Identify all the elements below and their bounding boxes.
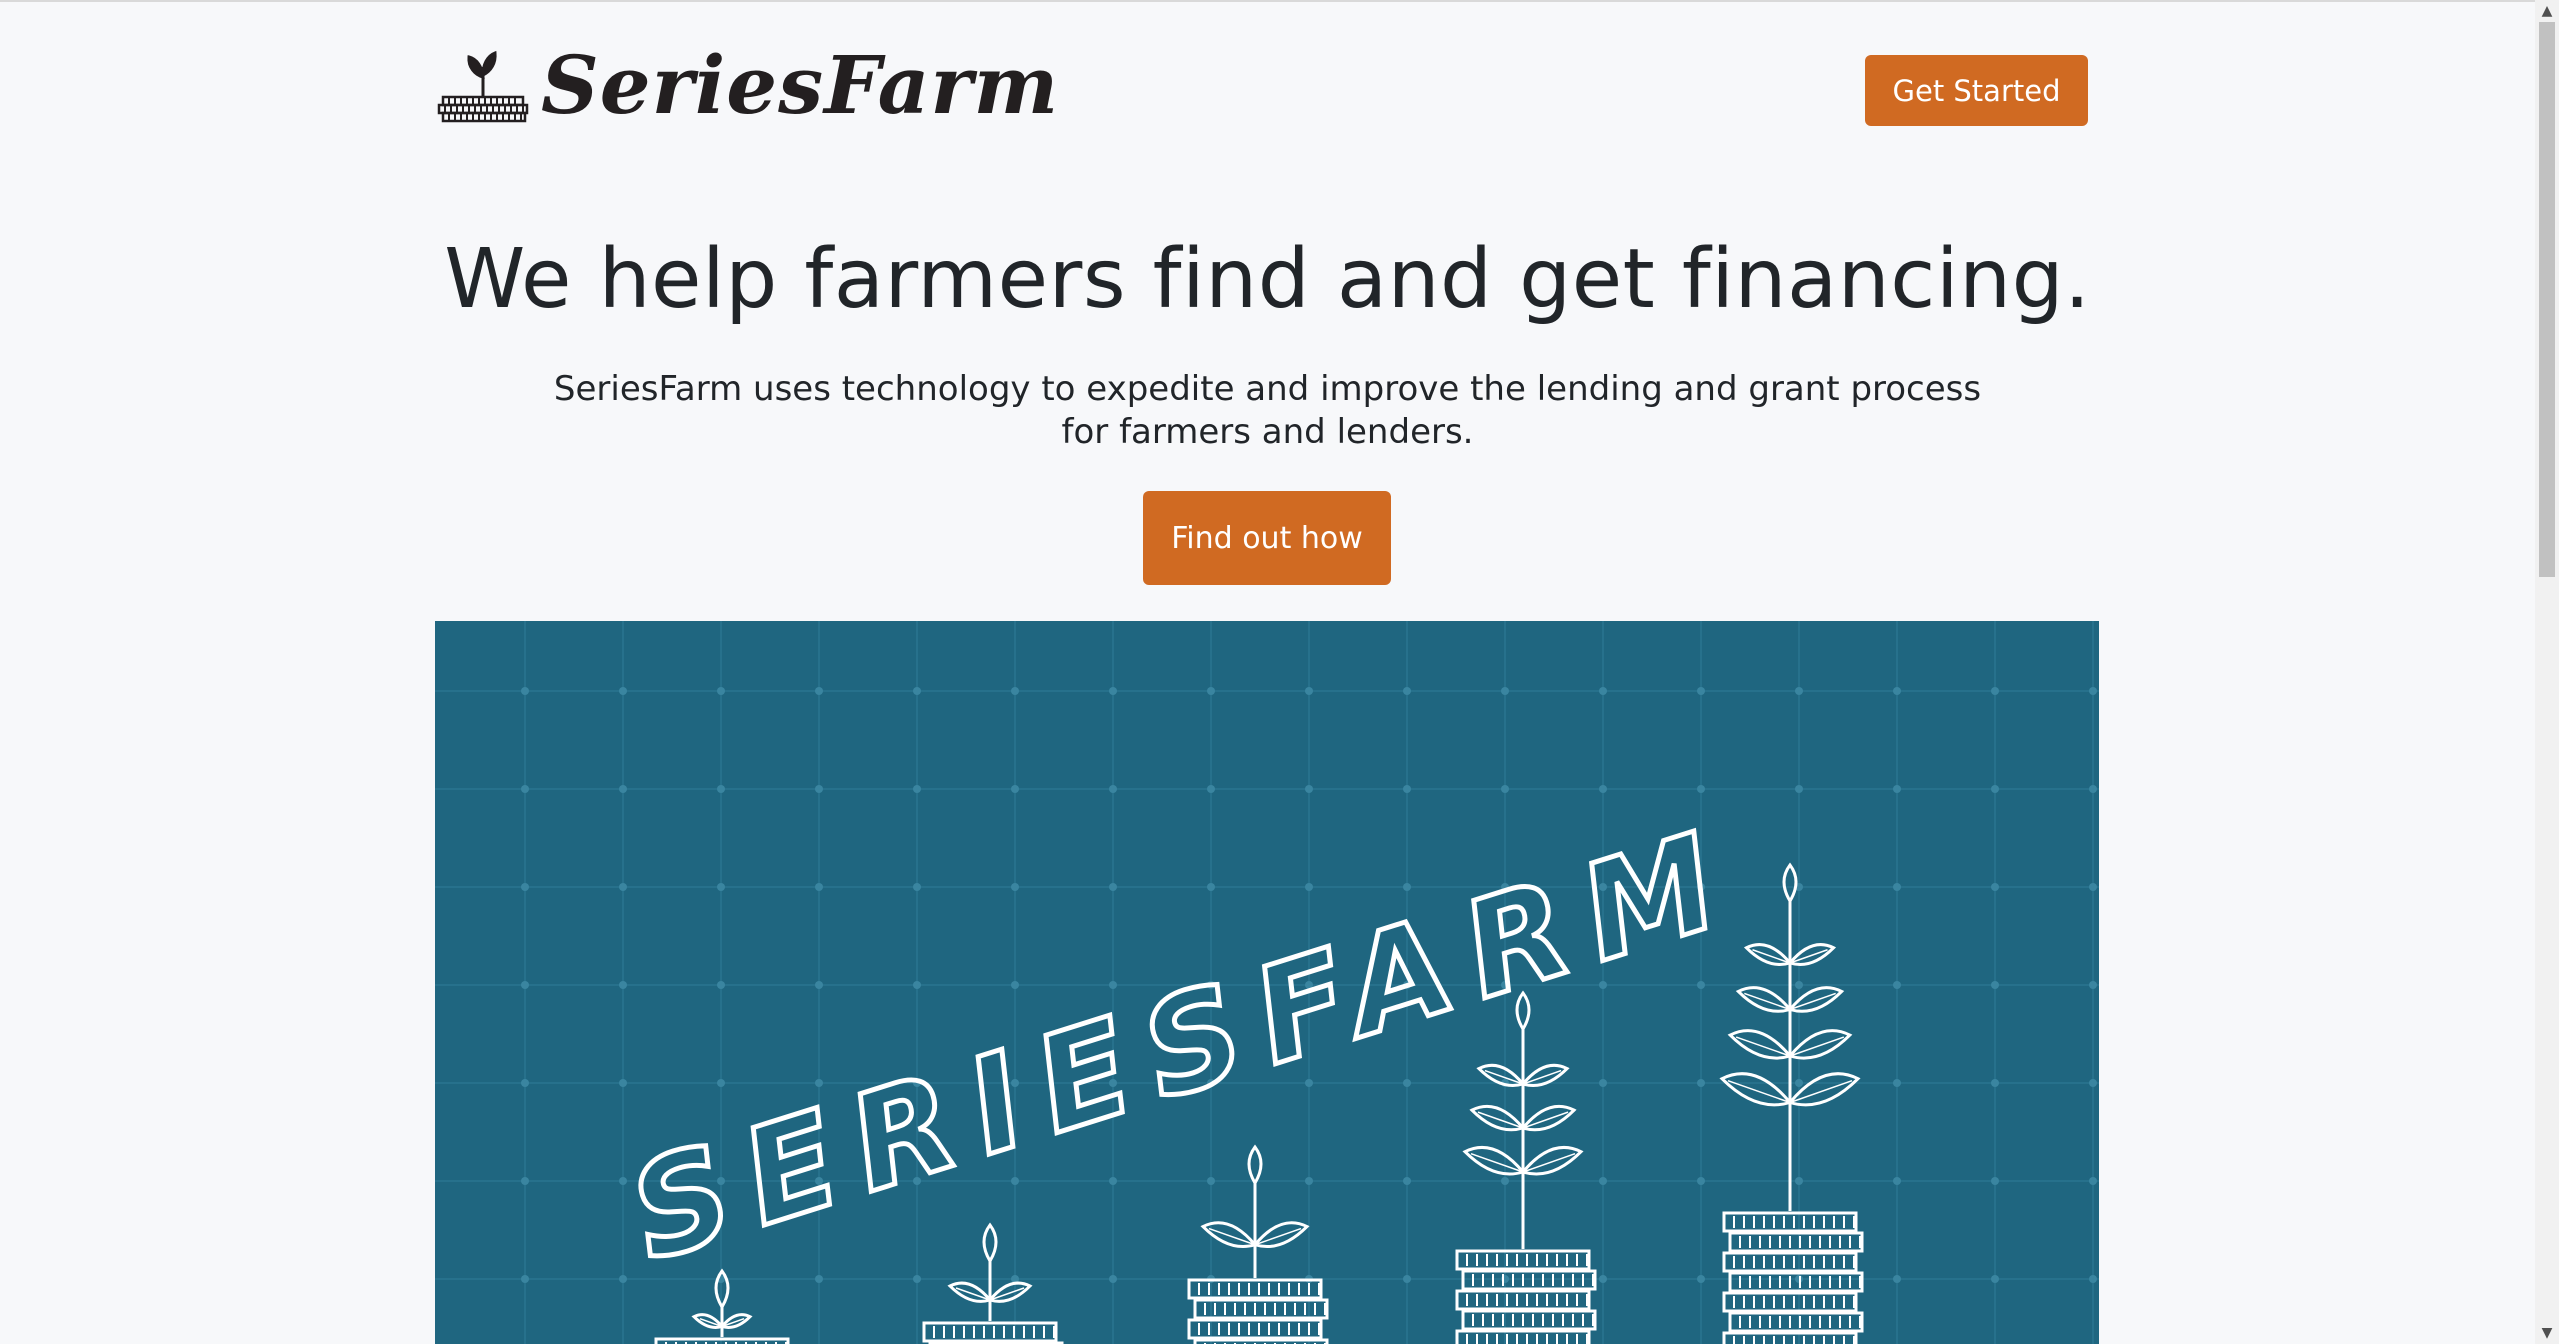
find-out-how-button[interactable]: Find out how xyxy=(1143,491,1391,585)
hero-title: We help farmers find and get financing. xyxy=(444,232,2091,327)
hero-banner-image: SERIESFARM xyxy=(435,621,2099,1344)
landing-page: SeriesFarm Get Started We help farmers f… xyxy=(0,0,2535,1344)
sprout-logo-icon xyxy=(437,50,529,123)
scroll-up-arrow-icon[interactable]: ▲ xyxy=(2535,0,2559,22)
brand-name: SeriesFarm xyxy=(541,38,1060,132)
scroll-thumb[interactable] xyxy=(2539,22,2555,577)
plant-3 xyxy=(1187,1144,1329,1344)
brand-logo-link[interactable]: SeriesFarm xyxy=(435,40,1059,130)
banner-word: SERIESFARM xyxy=(613,799,1756,1292)
banner-illustration: SERIESFARM xyxy=(435,621,2099,1344)
get-started-button[interactable]: Get Started xyxy=(1865,55,2088,126)
hero-subtitle: SeriesFarm uses technology to expedite a… xyxy=(553,369,1982,452)
plant-4 xyxy=(1455,990,1597,1344)
plant-2 xyxy=(922,1222,1064,1344)
scroll-down-arrow-icon[interactable]: ▼ xyxy=(2535,1322,2559,1344)
vertical-scrollbar[interactable]: ▲ ▼ xyxy=(2535,0,2559,1344)
